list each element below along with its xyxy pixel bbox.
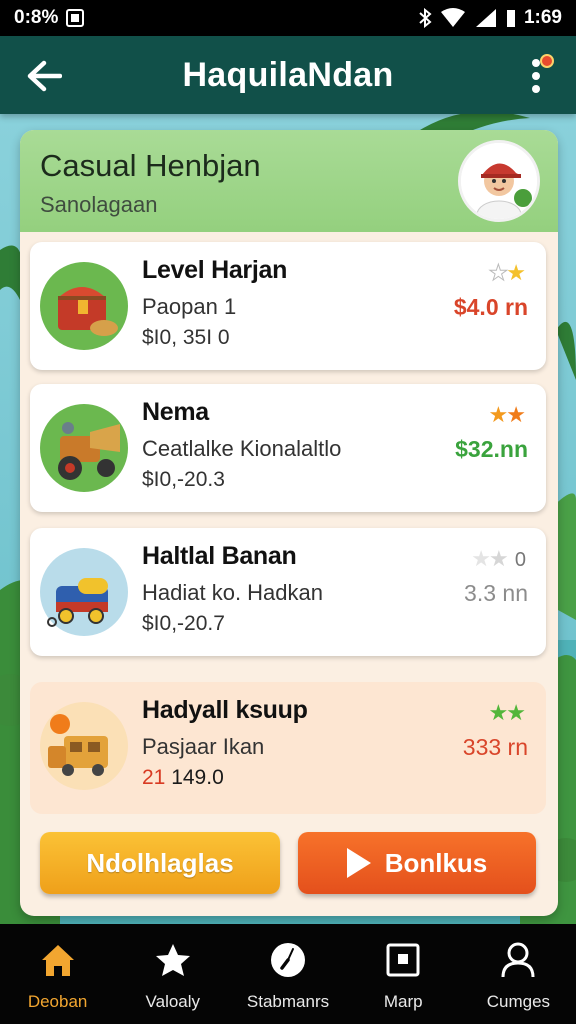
more-menu-button[interactable] [516,52,556,100]
bonus-button-label: Bonlkus [384,847,488,878]
rating-stars: ★★ 0 [471,546,526,572]
card-range-prefix: 21 [142,766,166,789]
nav-label: Deoban [27,992,88,1011]
star-gold-icon: ★ [506,260,526,285]
nav-item-clock[interactable]: Stabmanrs [230,924,345,1024]
delivery-truck-icon [40,702,128,790]
star-orange-icon: ★ [488,402,509,427]
star-icon [153,940,193,980]
card-price: 333 rn [462,734,528,760]
star-green-icon: ★ [488,700,509,725]
list-item[interactable]: Level Harjan Paopan 1 $I0, 35I 0 ★★ $4.0… [30,242,546,370]
bluetooth-icon [419,8,432,28]
app-header: HaquilaNdan [0,36,576,114]
card-price: $4.0 rn [453,294,528,320]
card-price: $32.nn [455,436,528,462]
play-icon [346,848,371,878]
card-range: $I0, 35I 0 [142,326,230,349]
nav-label: Stabmanrs [246,992,330,1011]
rating-count: 0 [514,549,526,571]
card-range-value: 149.0 [165,766,224,789]
nav-item-home[interactable]: Deoban [0,924,115,1024]
app-title: HaquilaNdan [182,55,394,94]
signal-icon [475,9,496,27]
star-empty-icon: ★ [489,546,509,571]
wifi-icon [440,8,465,27]
treasure-chest-icon [40,262,128,350]
card-title: Nema [142,398,209,426]
card-price: 3.3 nn [464,580,528,606]
card-range: $I0,-20.7 [142,612,225,635]
list-item-featured[interactable]: Hadyall ksuup Pasjaar Ikan 21 149.0 ★★ 3… [30,682,546,814]
user-icon [498,940,538,980]
card-subtitle: Ceatlalke Kionalaltlo [142,436,342,461]
list-item[interactable]: Nema Ceatlalke Kionalaltlo $I0,-20.3 ★★ … [30,384,546,512]
character-avatar-icon [461,143,537,219]
avatar[interactable] [458,140,540,222]
status-bar: 0:8% 1:69 [0,0,576,36]
card-range: 21 149.0 [142,766,224,790]
primary-action-label: Ndolhlaglas [86,847,234,878]
notification-badge [540,54,554,68]
nav-item-user[interactable]: Cumges [461,924,576,1024]
back-button[interactable] [22,54,66,98]
battery-icon [506,10,515,27]
map-icon [383,940,423,980]
status-right: 1:69 [418,7,562,29]
card-title: Hadyall ksuup [142,696,308,724]
nav-item-star[interactable]: Valoaly [115,924,230,1024]
card-range: $I0,-20.3 [142,468,225,491]
status-time-left: 0:8% [14,7,59,28]
home-icon [38,940,78,980]
card-subtitle: Pasjaar Ikan [142,734,265,759]
card-subtitle: Paopan 1 [142,294,237,319]
rating-stars: ★★ [488,402,526,428]
toy-train-icon [40,548,128,636]
more-vertical-icon [532,59,540,67]
panel-title: Casual Henbjan [40,148,261,183]
tractor-icon [40,404,128,492]
card-title: Haltlal Banan [142,542,297,570]
star-orange-icon: ★ [506,402,526,427]
main-panel: Casual Henbjan Sanolagaan Level Harjan P… [20,130,558,916]
more-vertical-icon-dot [532,85,540,93]
panel-subtitle: Sanolagaan [40,192,158,217]
rating-stars: ★★ [488,700,526,726]
star-empty-icon: ★ [488,260,509,286]
star-empty-icon: ★ [471,546,491,571]
bottom-nav: Deoban Valoaly Stabmanrs Marp Cumges [0,924,576,1024]
nav-label: Cumges [486,992,551,1011]
card-subtitle: Hadiat ko. Hadkan [142,580,323,605]
status-left: 0:8% [14,7,85,29]
rating-stars: ★★ [488,260,526,286]
bonus-button[interactable]: Bonlkus [298,832,536,894]
nav-label: Valoaly [145,992,201,1011]
nav-label: Marp [383,992,423,1011]
nav-item-map[interactable]: Marp [346,924,461,1024]
list-item[interactable]: Haltlal Banan Hadiat ko. Hadkan $I0,-20.… [30,528,546,656]
status-time-right: 1:69 [523,7,562,28]
card-title: Level Harjan [142,256,288,284]
arrow-left-icon [27,60,62,92]
star-green-icon: ★ [506,700,526,725]
panel-header: Casual Henbjan Sanolagaan [20,130,558,232]
clock-icon [268,940,308,980]
primary-action-button[interactable]: Ndolhlaglas [40,832,280,894]
more-vertical-icon-dot [532,72,540,80]
screenshot-icon [66,9,85,27]
